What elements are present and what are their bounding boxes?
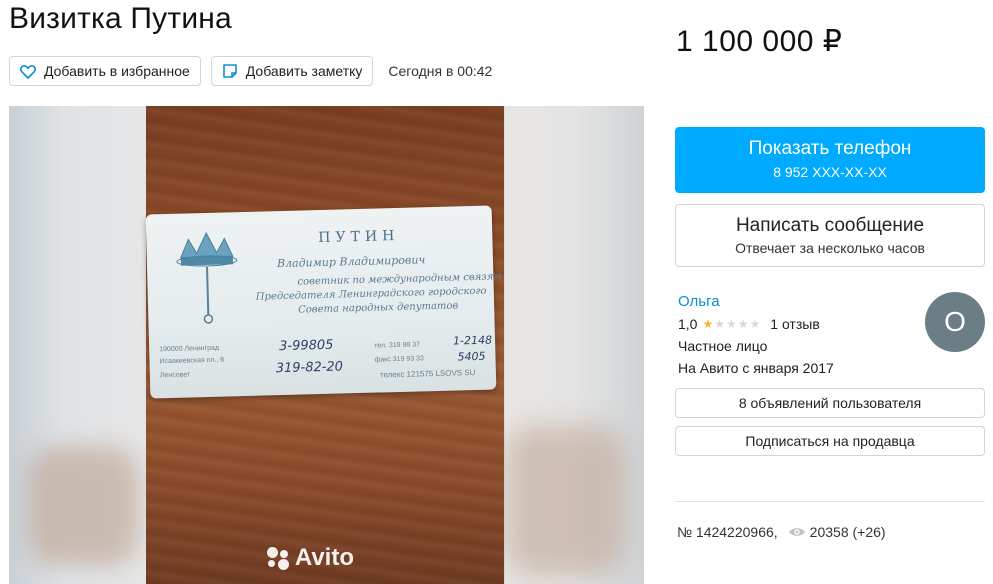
card-handwriting-2: 319-82-20 (275, 359, 344, 377)
card-addr3: Ленсовет (159, 371, 191, 380)
avito-watermark: Avito (265, 544, 354, 572)
avito-logo-icon (265, 545, 291, 571)
card-line3: Совета народных депутатов (298, 300, 459, 316)
user-ads-label: 8 объявлений пользователя (738, 395, 922, 411)
show-phone-label: Показать телефон (748, 138, 912, 159)
views-count: 20358 (+26) (809, 524, 886, 540)
response-time: Отвечает за несколько часов (735, 240, 925, 256)
favorite-label: Добавить в избранное (44, 63, 190, 79)
card-addr2: Исаакиевская пл., 6 (159, 356, 225, 366)
write-message-button[interactable]: Написать сообщение Отвечает за несколько… (675, 204, 985, 267)
avatar-letter: О (944, 306, 966, 337)
note-label: Добавить заметку (245, 63, 363, 79)
write-message-label: Написать сообщение (735, 215, 925, 236)
note-icon (221, 62, 239, 80)
card-handwriting-1: 3-99805 (278, 337, 334, 355)
card-telex: телекс 121575 LSOVS SU (379, 367, 476, 380)
divider (675, 501, 985, 502)
listing-meta: № 1424220966, 20358 (+26) (677, 524, 886, 540)
subscribe-label: Подписаться на продавца (745, 433, 915, 449)
seller-since: На Авито с января 2017 (678, 360, 834, 376)
business-card: ПУТИН Владимир Владимирович советник по … (145, 205, 502, 399)
card-handwriting-3: 1-2148 (452, 333, 493, 348)
card-name: Владимир Владимирович (276, 253, 426, 271)
card-handwriting-4: 5405 (457, 349, 486, 364)
seller-type: Частное лицо (678, 338, 768, 354)
listing-number: № 1424220966, (677, 524, 778, 540)
seller-name-link[interactable]: Ольга (678, 293, 834, 310)
rating-value: 1,0 (678, 316, 698, 332)
reviews-link[interactable]: 1 отзыв (770, 316, 820, 332)
seller-rating: 1,0 ★★★★★ 1 отзыв (678, 316, 834, 332)
card-addr1: 190000 Ленинград (159, 344, 220, 354)
eye-icon (788, 526, 806, 538)
crown-emblem-icon (174, 226, 241, 343)
listing-title: Визитка Путина (9, 2, 232, 35)
photo-gallery[interactable]: ПУТИН Владимир Владимирович советник по … (9, 106, 644, 584)
main-photo[interactable]: ПУТИН Владимир Владимирович советник по … (145, 106, 504, 584)
gallery-blur-left (9, 106, 146, 584)
publish-date: Сегодня в 00:42 (388, 63, 493, 79)
subscribe-seller-button[interactable]: Подписаться на продавца (675, 426, 985, 456)
watermark-text: Avito (294, 544, 354, 571)
seller-avatar[interactable]: О (925, 292, 985, 352)
phone-number: 8 952 XXX-XX-XX (773, 164, 887, 180)
add-note-button[interactable]: Добавить заметку (210, 56, 374, 86)
heart-icon (19, 62, 37, 80)
card-fax: факс 319 93 33 (374, 355, 425, 364)
seller-info: Ольга 1,0 ★★★★★ 1 отзыв Частное лицо На … (678, 293, 834, 382)
add-to-favorites-button[interactable]: Добавить в избранное (9, 56, 201, 86)
card-tel: тел. 319 98 37 (374, 341, 421, 350)
show-phone-button[interactable]: Показать телефон 8 952 XXX-XX-XX (675, 127, 985, 193)
rating-stars-icon: ★★★★★ (702, 317, 762, 331)
listing-actions: Добавить в избранное Добавить заметку Се… (9, 56, 492, 86)
gallery-blur-right (505, 106, 644, 584)
card-surname: ПУТИН (318, 227, 400, 247)
listing-price: 1 100 000 ₽ (676, 25, 843, 58)
user-ads-button[interactable]: 8 объявлений пользователя (675, 388, 985, 418)
